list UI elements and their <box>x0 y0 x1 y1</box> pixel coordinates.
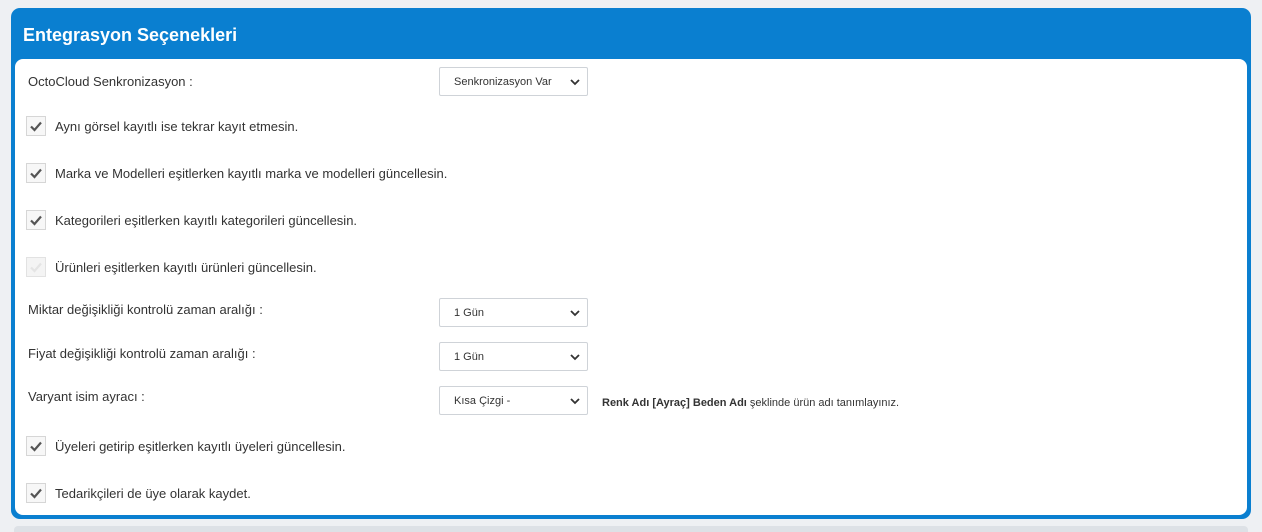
check-icon <box>30 121 42 132</box>
variant-hint-bold: Renk Adı [Ayraç] Beden Adı <box>602 397 747 409</box>
quantity-label: Miktar değişikliği kontrolü zaman aralığ… <box>28 302 263 317</box>
check-label: Aynı görsel kayıtlı ise tekrar kayıt etm… <box>55 118 299 134</box>
price-label: Fiyat değişikliği kontrolü zaman aralığı… <box>28 346 256 361</box>
checkbox-brand-model[interactable] <box>26 163 46 183</box>
check-label: Üyeleri getirip eşitlerken kayıtlı üyele… <box>55 438 346 454</box>
check-row-members[interactable]: Üyeleri getirip eşitlerken kayıtlı üyele… <box>26 436 345 456</box>
variant-select-value: Kısa Çizgi - <box>454 394 511 407</box>
chevron-down-icon <box>570 398 580 405</box>
check-row-categories[interactable]: Kategorileri eşitlerken kayıtlı kategori… <box>26 210 357 230</box>
checkbox-members[interactable] <box>26 436 46 456</box>
check-row-brand-model[interactable]: Marka ve Modelleri eşitlerken kayıtlı ma… <box>26 163 447 183</box>
chevron-down-icon <box>570 79 580 86</box>
check-icon <box>30 488 42 499</box>
check-icon <box>30 215 42 226</box>
check-row-same-image[interactable]: Aynı görsel kayıtlı ise tekrar kayıt etm… <box>26 116 298 136</box>
check-icon <box>30 168 42 179</box>
check-row-products[interactable]: Ürünleri eşitlerken kayıtlı ürünleri gün… <box>26 257 317 277</box>
checkbox-suppliers[interactable] <box>26 483 46 503</box>
check-row-suppliers[interactable]: Tedarikçileri de üye olarak kaydet. <box>26 483 251 503</box>
variant-label: Varyant isim ayracı : <box>28 389 145 404</box>
checkbox-categories[interactable] <box>26 210 46 230</box>
chevron-down-icon <box>570 310 580 317</box>
check-icon <box>30 262 42 273</box>
sync-select-value: Senkronizasyon Var <box>454 75 552 88</box>
next-panel-edge <box>14 526 1248 532</box>
panel-title: Entegrasyon Seçenekleri <box>23 25 238 45</box>
check-label: Tedarikçileri de üye olarak kaydet. <box>55 485 251 501</box>
checkbox-products[interactable] <box>26 257 46 277</box>
quantity-select-value: 1 Gün <box>454 306 484 319</box>
variant-hint: Renk Adı [Ayraç] Beden Adı şeklinde ürün… <box>602 397 899 409</box>
checkbox-same-image[interactable] <box>26 116 46 136</box>
check-label: Marka ve Modelleri eşitlerken kayıtlı ma… <box>55 165 448 181</box>
price-select-value: 1 Gün <box>454 350 484 363</box>
quantity-select[interactable]: 1 Gün <box>439 298 588 327</box>
variant-hint-rest: şeklinde ürün adı tanımlayınız. <box>746 397 900 409</box>
check-label: Kategorileri eşitlerken kayıtlı kategori… <box>55 212 358 228</box>
check-icon <box>30 441 42 452</box>
sync-label: OctoCloud Senkronizasyon : <box>28 74 193 89</box>
sync-select[interactable]: Senkronizasyon Var <box>439 67 588 96</box>
chevron-down-icon <box>570 354 580 361</box>
check-label: Ürünleri eşitlerken kayıtlı ürünleri gün… <box>55 259 317 275</box>
price-select[interactable]: 1 Gün <box>439 342 588 371</box>
variant-select[interactable]: Kısa Çizgi - <box>439 386 588 415</box>
